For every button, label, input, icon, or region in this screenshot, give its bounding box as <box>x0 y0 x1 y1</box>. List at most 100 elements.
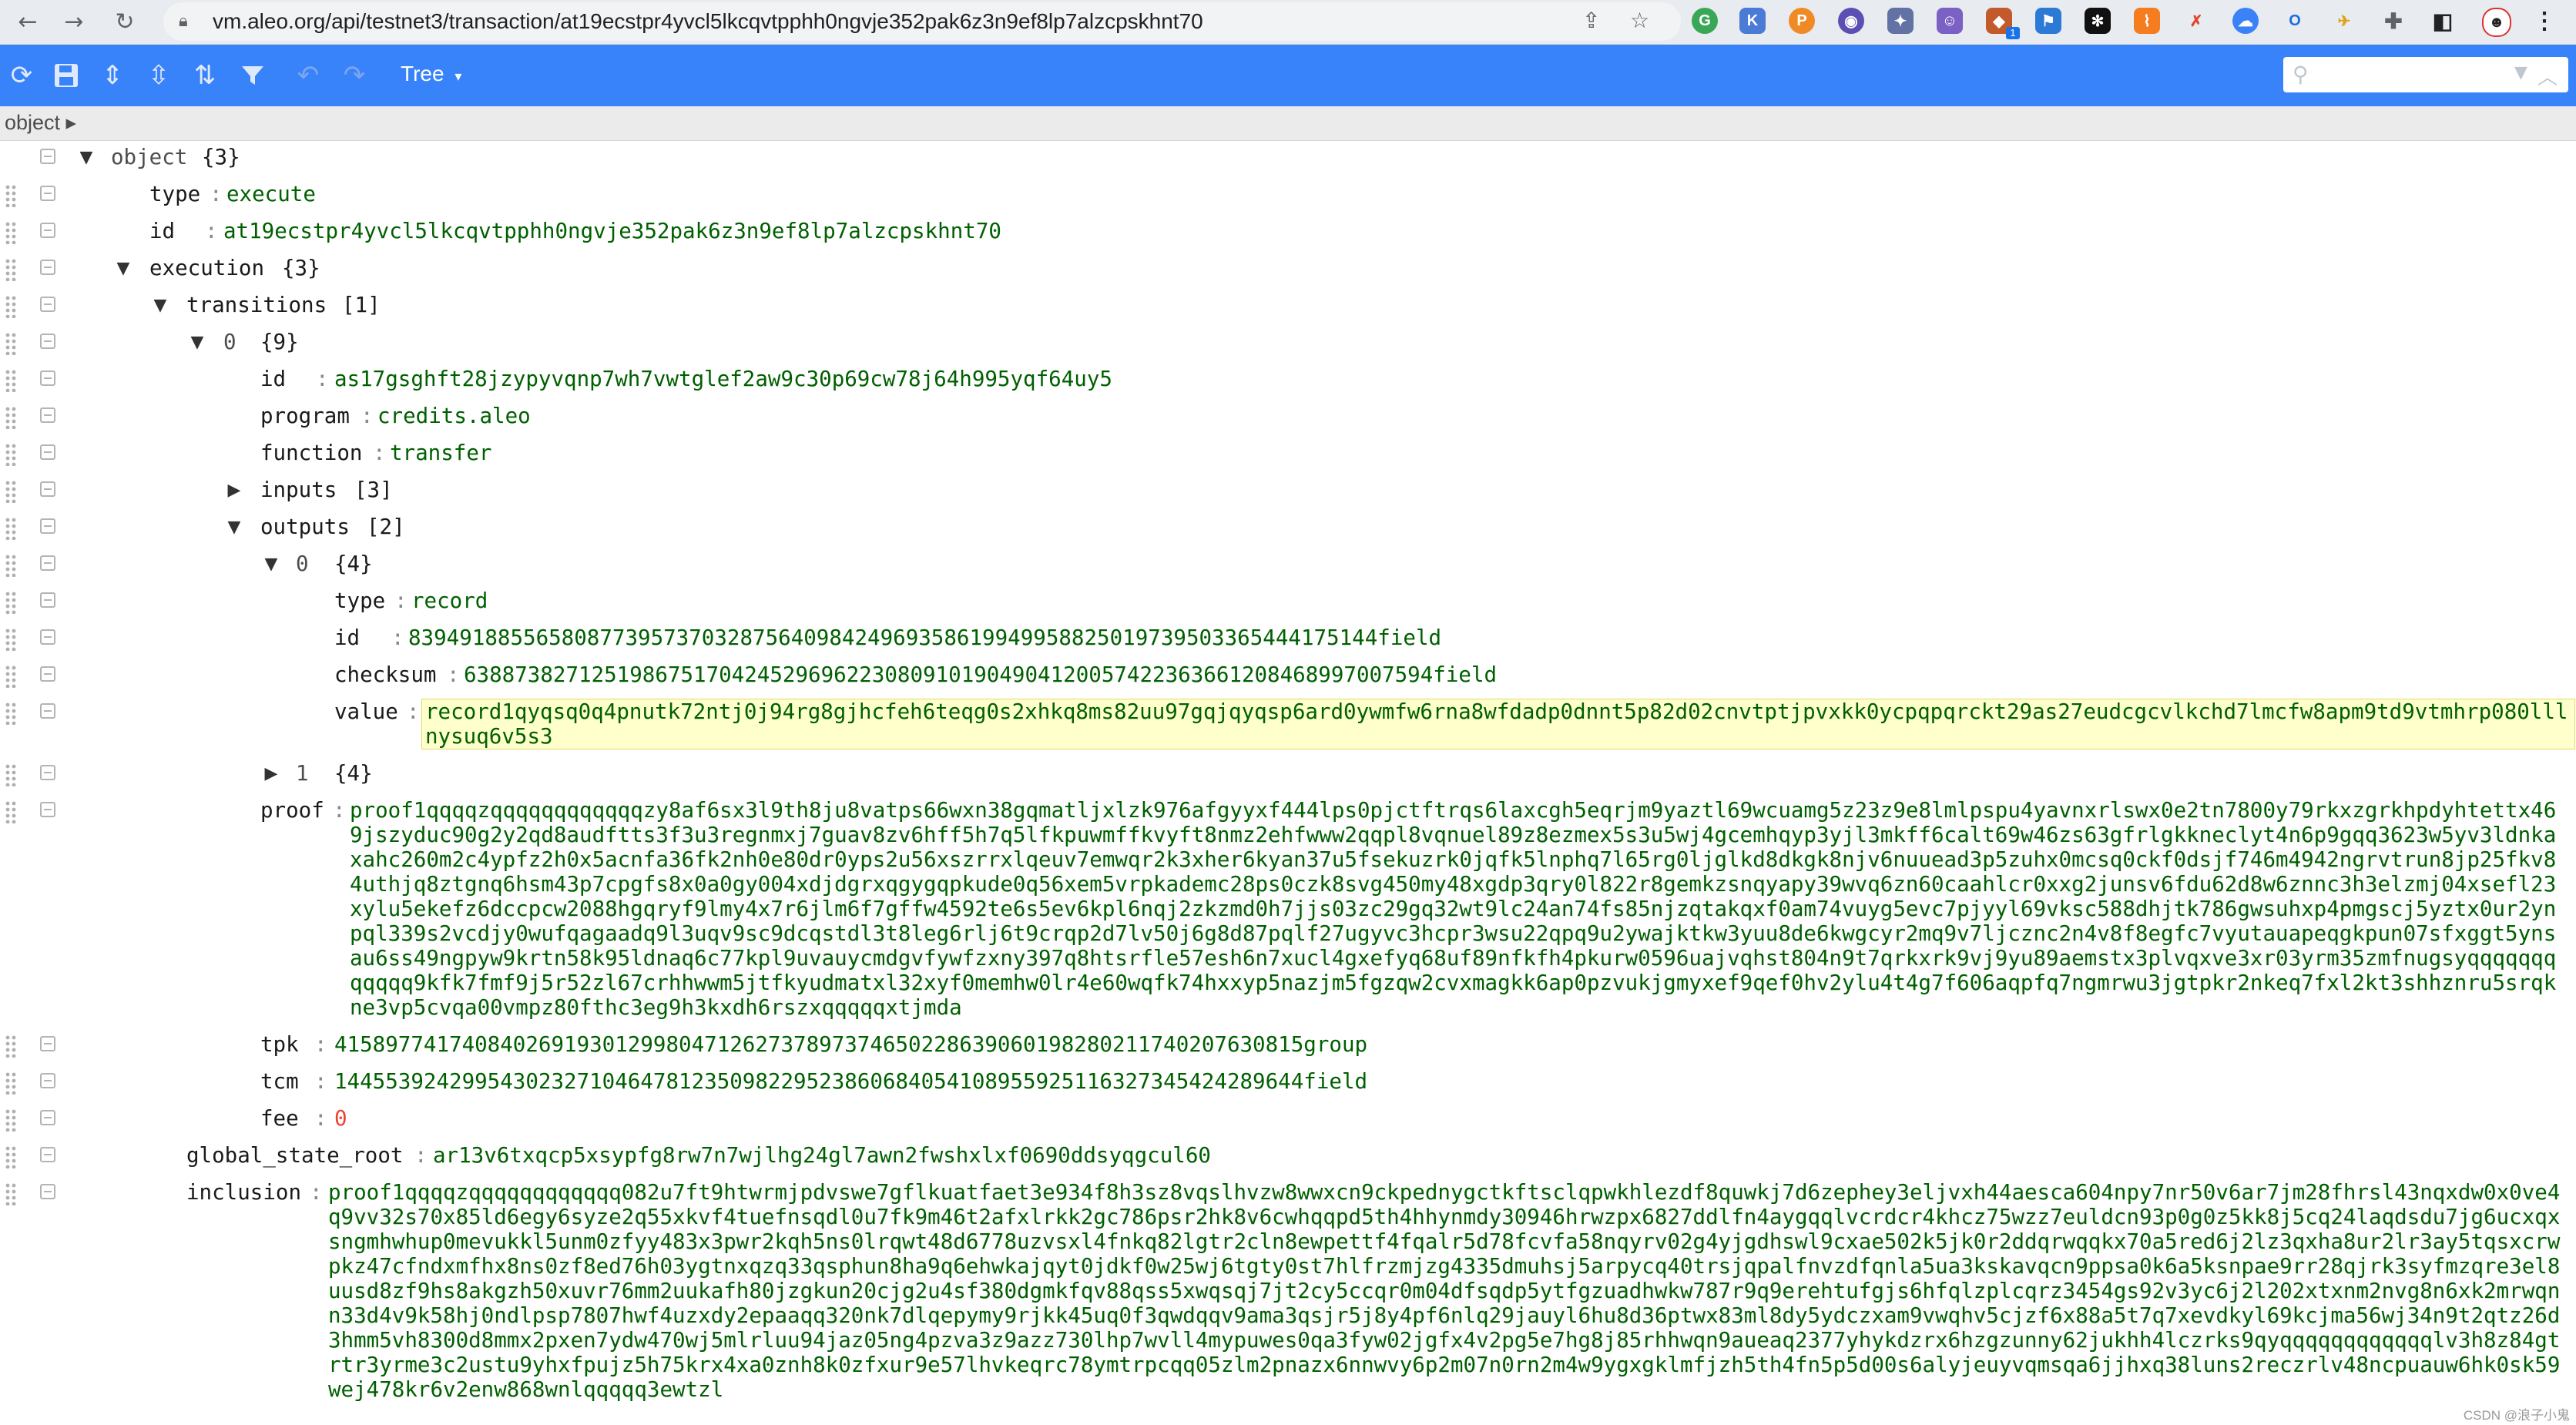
context-menu-icon[interactable] <box>40 186 55 201</box>
field-value[interactable]: 8394918855658087739573703287564098424969… <box>408 625 1441 650</box>
field-value[interactable]: transfer <box>390 441 491 465</box>
expand-toggle-icon[interactable]: ▼ <box>226 515 242 540</box>
breadcrumb[interactable]: object ▸ <box>5 111 76 135</box>
collapse-all-icon[interactable]: ⇳ <box>142 59 176 92</box>
field-key[interactable]: tpk <box>260 1032 299 1057</box>
context-menu-icon[interactable] <box>40 223 55 238</box>
save-icon[interactable] <box>49 59 83 92</box>
undo-icon[interactable]: ↶ <box>291 59 325 92</box>
context-menu-icon[interactable] <box>40 1147 55 1162</box>
field-key[interactable]: inputs <box>260 478 337 502</box>
field-value[interactable]: record <box>411 588 488 613</box>
context-menu-icon[interactable] <box>40 1110 55 1125</box>
field-value[interactable]: at19ecstpr4yvcl5lkcqvtpphh0ngvje352pak6z… <box>223 219 1001 243</box>
expand-all-icon[interactable]: ⇕ <box>96 59 129 92</box>
back-icon[interactable]: ← <box>11 5 45 39</box>
context-menu-icon[interactable] <box>40 1073 55 1088</box>
sort-icon[interactable]: ⇅ <box>188 59 222 92</box>
field-value[interactable]: 4158977417408402691930129980471262737897… <box>334 1032 1367 1057</box>
cloud-extension-icon[interactable]: ☁ <box>2232 8 2259 34</box>
context-menu-icon[interactable] <box>40 555 55 571</box>
drag-handle-icon[interactable] <box>5 480 17 503</box>
redo-icon[interactable]: ↷ <box>337 59 371 92</box>
drag-handle-icon[interactable] <box>5 1108 17 1132</box>
drag-handle-icon[interactable] <box>5 517 17 540</box>
menu-kebab-icon[interactable]: ⋮ <box>2531 8 2558 34</box>
x-extension-icon[interactable]: ✗ <box>2183 8 2209 34</box>
avatar[interactable]: ☻ <box>2482 8 2511 37</box>
field-key[interactable]: outputs <box>260 515 350 539</box>
context-menu-icon[interactable] <box>40 518 55 534</box>
forward-icon[interactable]: → <box>57 5 91 39</box>
field-key[interactable]: object <box>111 145 187 169</box>
context-menu-icon[interactable] <box>40 481 55 497</box>
bot-extension-icon[interactable]: ◉ <box>1838 8 1864 34</box>
sidebar-icon[interactable]: ◧ <box>2430 8 2456 34</box>
field-key[interactable]: tcm <box>260 1069 299 1094</box>
field-key[interactable]: inclusion <box>186 1180 301 1205</box>
field-value[interactable]: proof1qqqqzqqqqqqqqqqqqzy8af6sx3l9th8ju8… <box>350 798 2561 1020</box>
rss-icon[interactable]: ⌇ <box>2134 8 2160 34</box>
puzzle-face-extension-icon[interactable]: ☺ <box>1937 8 1963 34</box>
drag-handle-icon[interactable] <box>5 369 17 392</box>
field-key[interactable]: execution <box>149 256 264 280</box>
context-menu-icon[interactable] <box>40 444 55 460</box>
field-key[interactable]: program <box>260 404 350 428</box>
field-key[interactable]: value <box>334 699 398 724</box>
field-value[interactable]: 6388738271251986751704245296962230809101… <box>464 662 1497 687</box>
drag-handle-icon[interactable] <box>5 702 17 725</box>
context-menu-icon[interactable] <box>40 765 55 780</box>
field-key[interactable]: id <box>149 219 175 243</box>
drag-handle-icon[interactable] <box>5 443 17 466</box>
search-input[interactable] <box>2322 62 2487 88</box>
drag-handle-icon[interactable] <box>5 295 17 318</box>
field-key[interactable]: id <box>260 367 286 391</box>
drag-handle-icon[interactable] <box>5 1071 17 1095</box>
drag-handle-icon[interactable] <box>5 763 17 786</box>
drag-handle-icon[interactable] <box>5 554 17 577</box>
drag-handle-icon[interactable] <box>5 800 17 823</box>
drag-handle-icon[interactable] <box>5 1145 17 1168</box>
context-menu-icon[interactable] <box>40 260 55 275</box>
mode-dropdown[interactable]: Tree ▾ <box>401 62 461 92</box>
context-menu-icon[interactable] <box>40 802 55 817</box>
field-key[interactable]: global_state_root <box>186 1143 403 1168</box>
expand-toggle-icon[interactable]: ▼ <box>116 256 131 281</box>
field-value[interactable]: execute <box>226 182 316 206</box>
field-key[interactable]: proof <box>260 798 324 823</box>
context-menu-icon[interactable] <box>40 1036 55 1051</box>
context-menu-icon[interactable] <box>40 407 55 423</box>
fox-extension-icon[interactable]: ✈ <box>2331 8 2357 34</box>
antenna-extension-icon[interactable]: ✦ <box>1887 8 1914 34</box>
expand-toggle-icon[interactable]: ▶ <box>263 762 279 786</box>
expand-toggle-icon[interactable]: ▶ <box>226 478 242 503</box>
grammarly-icon[interactable]: G <box>1692 8 1718 34</box>
field-key[interactable]: fee <box>260 1106 299 1131</box>
drag-handle-icon[interactable] <box>5 665 17 688</box>
share-icon[interactable]: ⇪ <box>1582 8 1600 33</box>
drag-handle-icon[interactable] <box>5 1182 17 1205</box>
p-extension-icon[interactable]: P <box>1789 8 1815 34</box>
reload-icon[interactable]: ↻ <box>108 5 142 39</box>
filter-icon[interactable] <box>236 59 270 92</box>
context-menu-icon[interactable] <box>40 629 55 645</box>
context-menu-icon[interactable] <box>40 149 55 164</box>
drag-handle-icon[interactable] <box>5 221 17 244</box>
field-value[interactable]: 0 <box>334 1106 347 1131</box>
field-value[interactable]: 1445539242995430232710464781235098229523… <box>334 1069 1367 1094</box>
search-previous-icon[interactable]: ︿ <box>2537 62 2558 90</box>
drag-handle-icon[interactable] <box>5 628 17 651</box>
field-key[interactable]: id <box>334 625 360 650</box>
expand-toggle-icon[interactable]: ▼ <box>263 552 279 577</box>
field-value[interactable]: as17gsghft28jzypyvqnp7wh7vwtglef2aw9c30p… <box>334 367 1112 391</box>
context-menu-icon[interactable] <box>40 703 55 719</box>
drag-handle-icon[interactable] <box>5 258 17 281</box>
expand-toggle-icon[interactable]: ▼ <box>153 293 168 318</box>
context-menu-icon[interactable] <box>40 334 55 349</box>
context-menu-icon[interactable] <box>40 1184 55 1199</box>
refresh-icon[interactable]: ⟳ <box>5 59 39 92</box>
address-bar[interactable]: 🔒︎ vm.aleo.org/api/testnet3/transaction/… <box>163 2 1681 41</box>
drag-handle-icon[interactable] <box>5 406 17 429</box>
drag-handle-icon[interactable] <box>5 591 17 614</box>
context-menu-icon[interactable] <box>40 297 55 312</box>
